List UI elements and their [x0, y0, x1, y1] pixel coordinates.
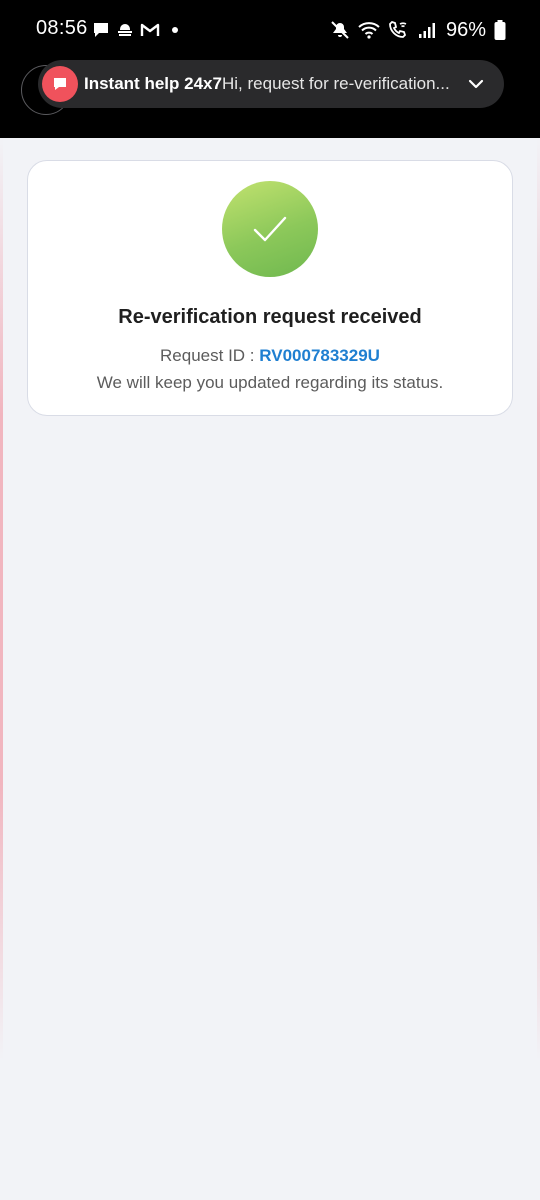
confirmation-title: Re-verification request received: [118, 306, 422, 328]
chevron-down-icon[interactable]: [466, 76, 486, 92]
system-top-area: 08:56 96% Instant help 24x7 Hi, request …: [0, 0, 540, 138]
mute-icon: [330, 20, 350, 40]
success-check-icon: [222, 181, 318, 277]
notification-chat-icon[interactable]: [42, 66, 78, 102]
status-message: We will keep you updated regarding its s…: [96, 373, 444, 392]
cloud-icon: [116, 22, 134, 38]
gmail-icon: [140, 22, 160, 38]
edge-glow-left: [0, 138, 3, 1060]
notification-text[interactable]: Hi, request for re-verification...: [222, 74, 450, 94]
wifi-icon: [358, 21, 380, 39]
status-left-icons: [92, 20, 178, 40]
request-id-line: Request ID : RV000783329U: [27, 346, 513, 366]
battery-percent: 96%: [445, 18, 486, 41]
status-bar: 08:56 96%: [0, 0, 540, 60]
battery-icon: [494, 20, 506, 40]
status-time: 08:56: [36, 17, 88, 39]
signal-icon: [418, 21, 436, 39]
wifi-calling-icon: [388, 20, 410, 40]
request-id-label: Request ID :: [160, 346, 255, 365]
notification-title[interactable]: Instant help 24x7: [84, 74, 222, 94]
notification-dot-icon: [172, 27, 178, 33]
status-right-icons: 96%: [330, 18, 506, 42]
request-id-value: RV000783329U: [259, 346, 380, 365]
chat-icon: [92, 21, 110, 39]
